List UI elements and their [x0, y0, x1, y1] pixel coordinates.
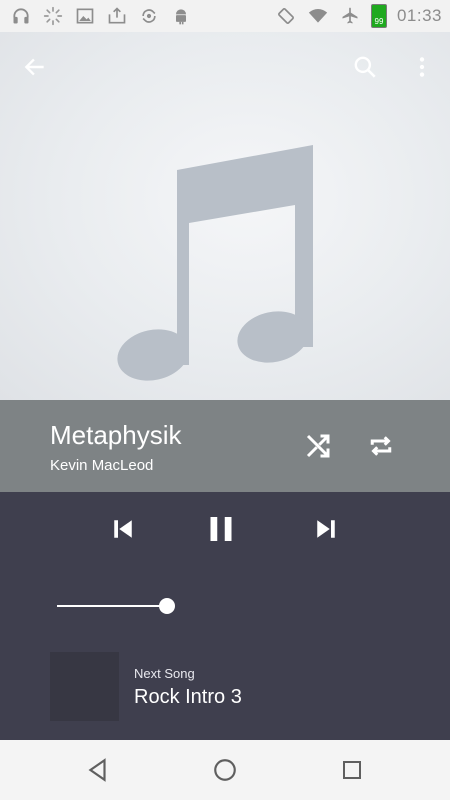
nav-back-button[interactable]	[78, 750, 118, 790]
seek-thumb[interactable]	[159, 598, 175, 614]
status-clock: 01:33	[396, 6, 442, 25]
album-art	[0, 32, 450, 400]
back-button[interactable]	[18, 50, 52, 84]
repeat-icon	[370, 436, 392, 456]
airplane-icon	[339, 5, 361, 27]
arrow-left-icon	[24, 58, 44, 76]
upload-icon	[106, 5, 128, 27]
sync-icon	[138, 5, 160, 27]
image-icon	[74, 5, 96, 27]
navigation-bar	[0, 740, 450, 800]
rotate-icon	[275, 5, 297, 27]
repeat-button[interactable]	[361, 426, 401, 466]
nav-home-button[interactable]	[205, 750, 245, 790]
battery-level: 99	[374, 17, 384, 26]
search-button[interactable]	[348, 50, 382, 84]
song-artist: Kevin MacLeod	[50, 457, 154, 474]
search-icon	[354, 56, 376, 78]
nav-back-icon	[88, 758, 106, 782]
more-vert-icon	[419, 57, 425, 77]
battery-icon: 99	[370, 4, 387, 28]
shuffle-button[interactable]	[298, 426, 338, 466]
next-button[interactable]	[302, 505, 350, 553]
overflow-menu-button[interactable]	[405, 50, 439, 84]
song-title: Metaphysik	[50, 420, 182, 450]
skip-next-icon	[317, 520, 335, 538]
loading-icon	[42, 5, 64, 27]
next-song-title[interactable]: Rock Intro 3	[134, 686, 242, 709]
status-bar: 99 01:33	[0, 0, 450, 32]
wifi-icon	[307, 5, 329, 27]
music-note-icon	[117, 145, 313, 381]
nav-home-icon	[214, 759, 236, 781]
android-icon	[170, 5, 192, 27]
nav-recents-button[interactable]	[332, 750, 372, 790]
next-song-thumbnail[interactable]	[50, 652, 119, 721]
previous-button[interactable]	[99, 505, 147, 553]
nav-recents-icon	[343, 761, 361, 779]
shuffle-icon	[306, 434, 330, 458]
seek-bar[interactable]	[57, 605, 167, 607]
skip-previous-icon	[114, 520, 132, 538]
pause-button[interactable]	[197, 505, 245, 553]
next-song-label: Next Song	[134, 666, 195, 681]
pause-icon	[210, 517, 232, 541]
headphones-icon	[10, 5, 32, 27]
